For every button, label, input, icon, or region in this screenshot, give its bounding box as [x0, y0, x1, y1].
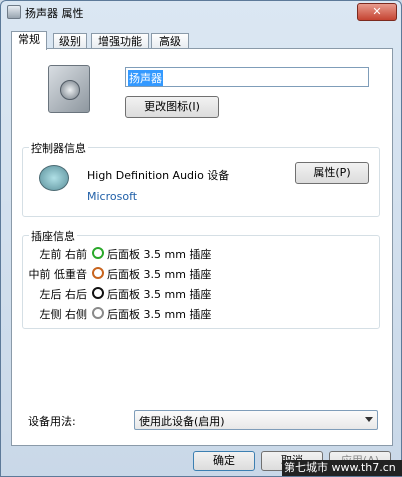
- jack-description: 后面板 3.5 mm 插座: [107, 268, 212, 281]
- speaker-icon: [7, 5, 21, 19]
- watermark: 第七城市 www.th7.cn: [282, 460, 402, 476]
- controller-info-group: 控制器信息 High Definition Audio 设备 Microsoft…: [22, 140, 380, 217]
- jack-color-dot: [92, 267, 104, 279]
- jack-position: 左前 右前: [39, 248, 88, 261]
- jack-position: 左后 右后: [39, 288, 88, 301]
- controller-vendor: Microsoft: [87, 190, 138, 203]
- jack-info-group: 插座信息 左前 右前 后面板 3.5 mm 插座 中前 低重音 后面板 3.5 …: [22, 228, 380, 329]
- jack-color-dot: [92, 307, 104, 319]
- jack-color-dot: [92, 287, 104, 299]
- change-icon-button[interactable]: 更改图标(I): [125, 96, 219, 118]
- device-name-input[interactable]: 扬声器: [125, 67, 369, 87]
- window-title: 扬声器 属性: [25, 7, 84, 20]
- jack-description: 后面板 3.5 mm 插座: [107, 308, 212, 321]
- jack-position: 中前 低重音: [28, 268, 88, 281]
- jack-info-title: 插座信息: [29, 228, 77, 244]
- tab-enhancements[interactable]: 增强功能: [91, 33, 149, 49]
- speaker-device-icon: [48, 65, 90, 113]
- properties-button[interactable]: 属性(P): [295, 162, 369, 184]
- general-panel: 扬声器 更改图标(I) 控制器信息 High Definition Audio …: [11, 48, 393, 446]
- jack-position: 左侧 右侧: [39, 308, 88, 321]
- close-button[interactable]: ✕: [357, 3, 397, 21]
- properties-window: 扬声器 属性 ✕ 常规 级别 增强功能 高级 扬声器 更改图标(I) 控制器信息…: [0, 0, 402, 477]
- tab-levels[interactable]: 级别: [53, 33, 87, 49]
- tab-advanced[interactable]: 高级: [151, 33, 189, 49]
- title-bar[interactable]: 扬声器 属性 ✕: [1, 1, 401, 23]
- jack-description: 后面板 3.5 mm 插座: [107, 288, 212, 301]
- device-usage-select[interactable]: 使用此设备(启用): [134, 410, 378, 430]
- controller-info-title: 控制器信息: [29, 140, 88, 156]
- jack-color-dot: [92, 247, 104, 259]
- device-usage-label: 设备用法:: [28, 415, 76, 428]
- tab-general[interactable]: 常规: [11, 31, 47, 50]
- controller-name: High Definition Audio 设备: [87, 169, 230, 182]
- chevron-down-icon: [365, 417, 373, 422]
- audio-controller-icon: [39, 165, 69, 191]
- ok-button[interactable]: 确定: [193, 451, 255, 471]
- jack-description: 后面板 3.5 mm 插座: [107, 248, 212, 261]
